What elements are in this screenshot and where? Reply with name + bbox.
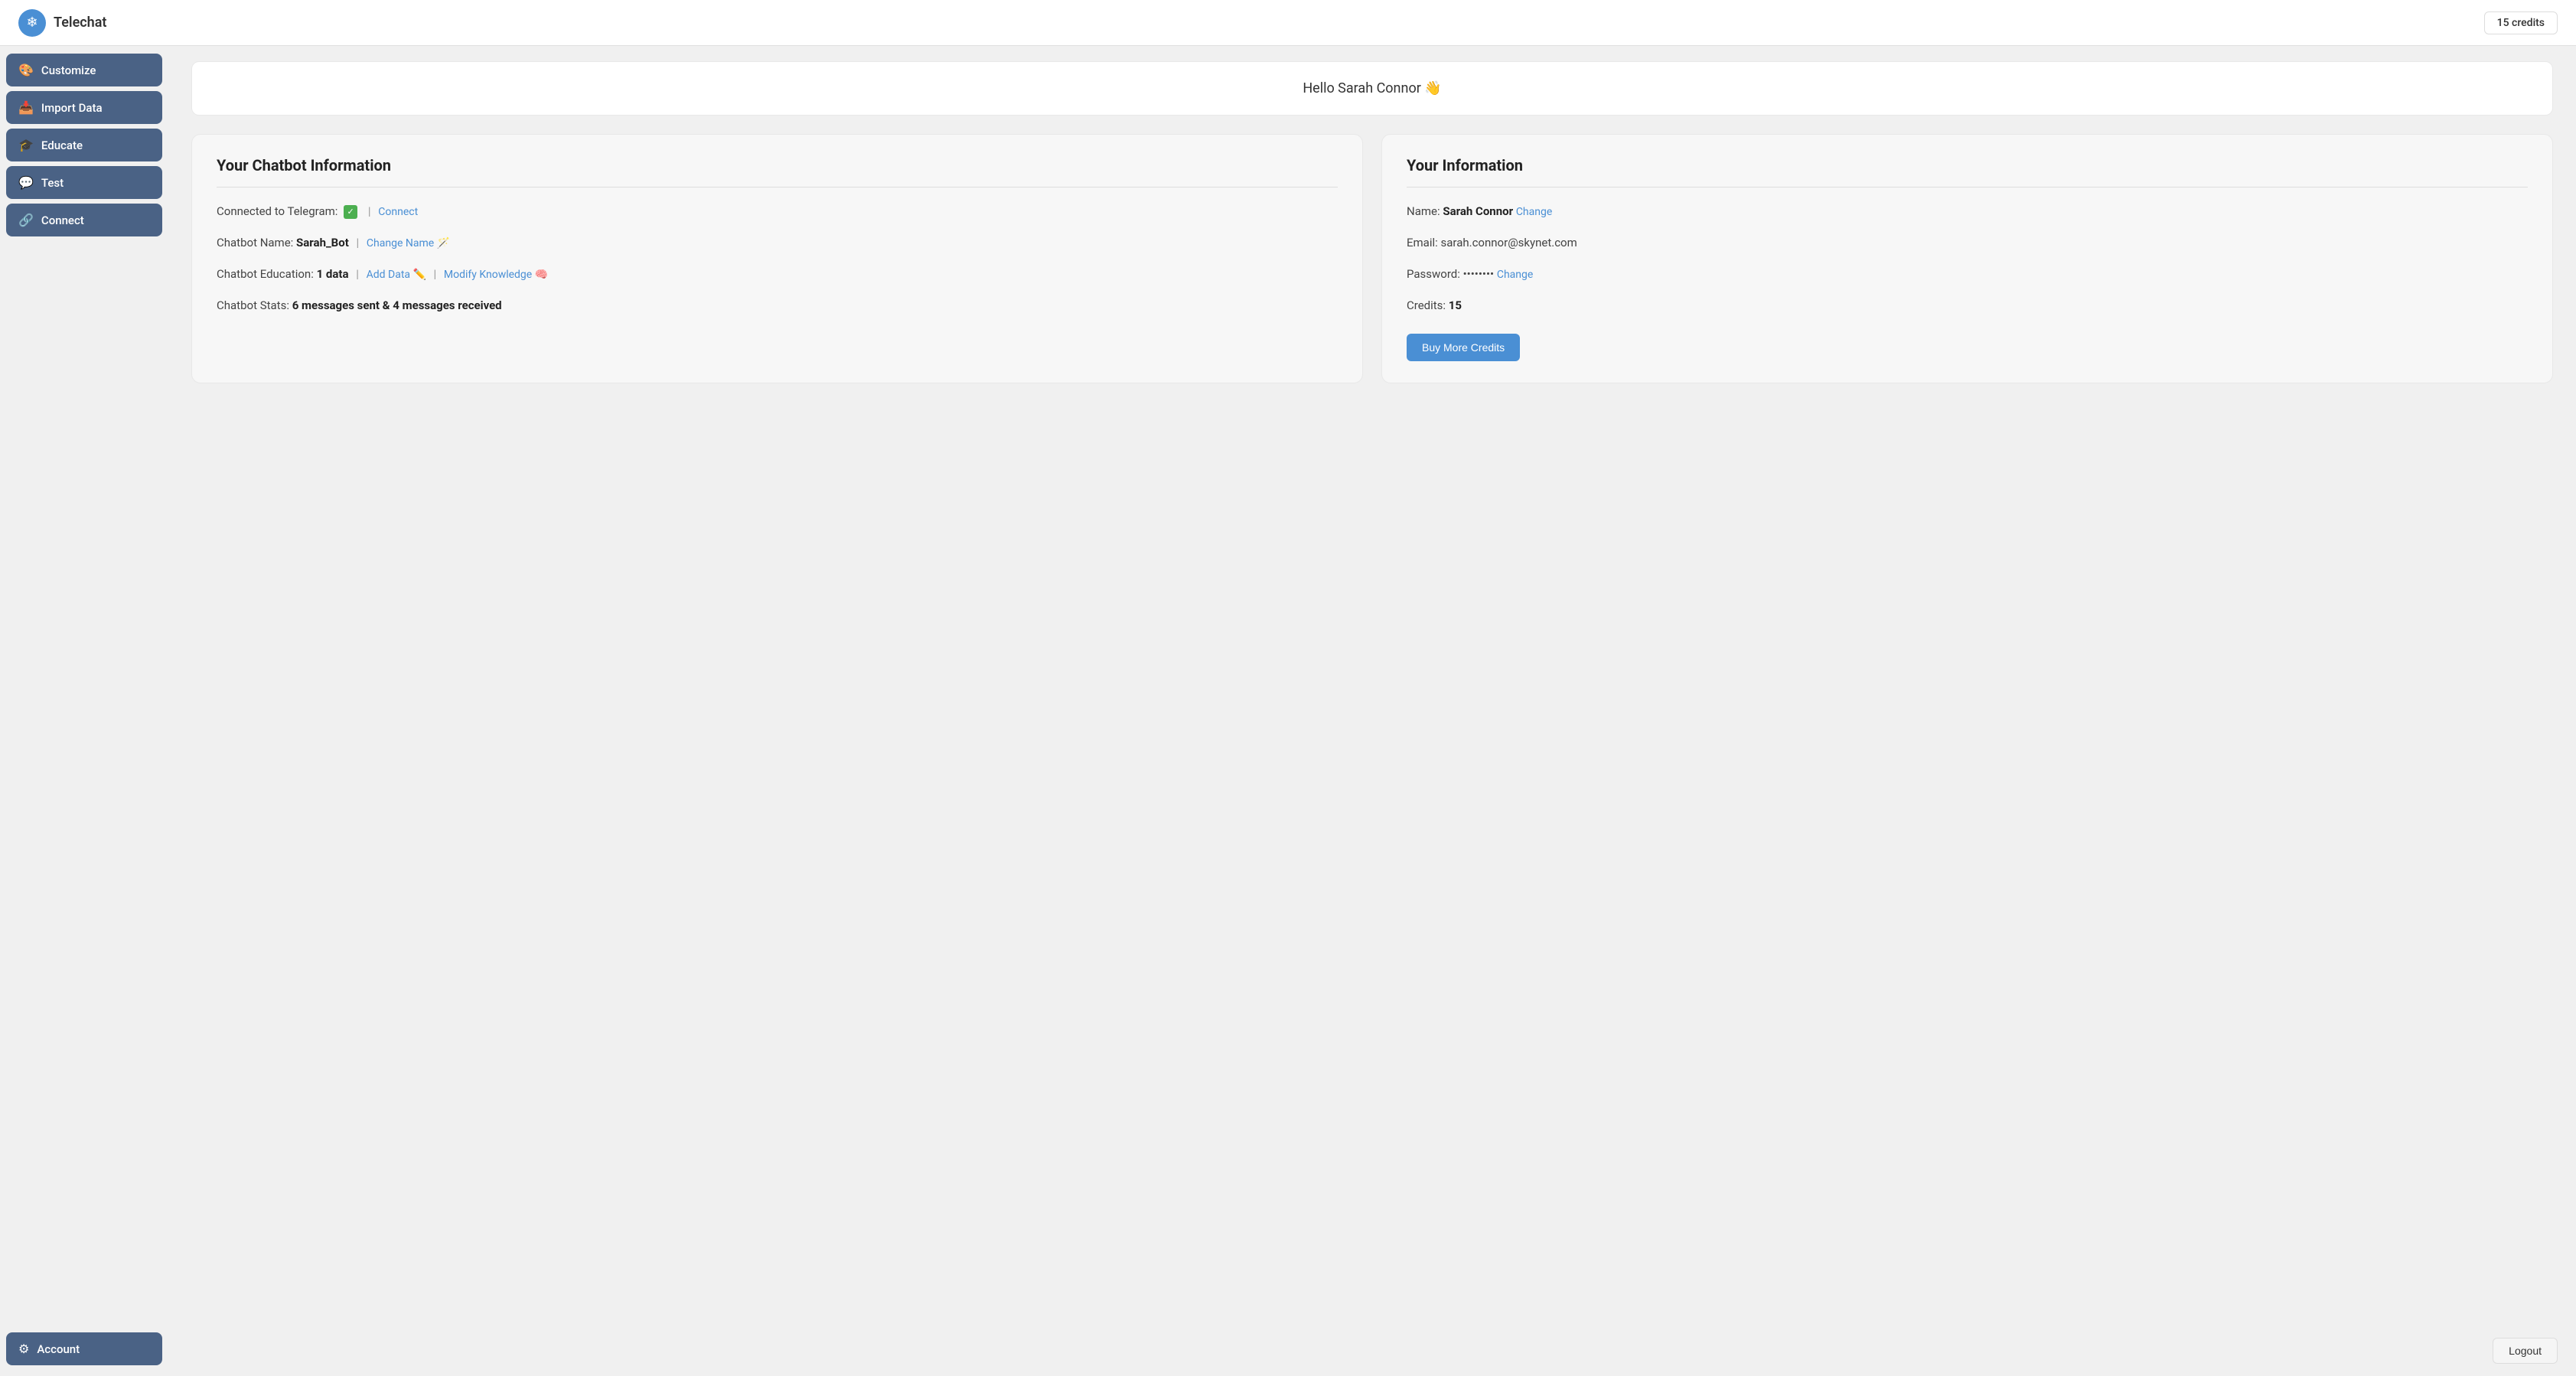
stats-text: 6 messages sent & 4 messages received	[292, 298, 502, 312]
header: ❄ Telechat 15 credits	[0, 0, 2576, 46]
sidebar-item-educate[interactable]: 🎓 Educate	[6, 129, 162, 161]
email-value: sarah.connor@skynet.com	[1441, 236, 1577, 249]
sidebar-label-educate: Educate	[41, 139, 83, 152]
name-value: Sarah Connor	[1443, 204, 1513, 218]
sidebar: 🎨 Customize 📥 Import Data 🎓 Educate 💬 Te…	[0, 46, 168, 1376]
password-dots: ••••••••	[1463, 267, 1495, 281]
chatbot-name-label: Chatbot Name:	[217, 236, 293, 249]
password-change-link[interactable]: Change	[1497, 269, 1533, 281]
education-label: Chatbot Education:	[217, 267, 314, 281]
logout-button[interactable]: Logout	[2493, 1338, 2558, 1364]
separator-2: |	[357, 236, 360, 249]
credits-value: 15	[1449, 298, 1462, 312]
account-icon: ⚙	[18, 1342, 29, 1356]
sidebar-label-test: Test	[41, 176, 64, 190]
sidebar-item-customize[interactable]: 🎨 Customize	[6, 54, 162, 86]
sidebar-item-connect[interactable]: 🔗 Connect	[6, 204, 162, 236]
sidebar-item-test[interactable]: 💬 Test	[6, 166, 162, 199]
separator-4: |	[433, 267, 436, 281]
connect-icon: 🔗	[18, 213, 34, 227]
sidebar-spacer	[6, 241, 162, 1328]
greeting-text: Hello Sarah Connor 👋	[1303, 80, 1441, 96]
stats-label: Chatbot Stats:	[217, 298, 289, 312]
test-icon: 💬	[18, 175, 34, 190]
password-row: Password: •••••••• Change	[1407, 266, 2528, 283]
sidebar-item-import-data[interactable]: 📥 Import Data	[6, 91, 162, 124]
buy-more-credits-button[interactable]: Buy More Credits	[1407, 334, 1520, 361]
telegram-label: Connected to Telegram:	[217, 204, 337, 218]
name-label: Name:	[1407, 204, 1440, 218]
import-data-icon: 📥	[18, 100, 34, 115]
sidebar-item-account[interactable]: ⚙ Account	[6, 1332, 162, 1365]
sidebar-label-import-data: Import Data	[41, 101, 103, 115]
sidebar-label-customize: Customize	[41, 64, 96, 77]
customize-icon: 🎨	[18, 63, 34, 77]
app-body: 🎨 Customize 📥 Import Data 🎓 Educate 💬 Te…	[0, 46, 2576, 1376]
greeting-card: Hello Sarah Connor 👋	[191, 61, 2553, 116]
change-name-link[interactable]: Change Name 🪄	[367, 237, 450, 249]
modify-knowledge-link[interactable]: Modify Knowledge 🧠	[444, 269, 548, 281]
chatbot-card-title: Your Chatbot Information	[217, 156, 1338, 187]
cards-grid: Your Chatbot Information Connected to Te…	[191, 134, 2553, 383]
chatbot-education-row: Chatbot Education: 1 data | Add Data ✏️ …	[217, 266, 1338, 283]
education-data: 1 data	[317, 267, 349, 281]
app-name: Telechat	[54, 15, 106, 31]
telegram-connected-icon: ✓	[344, 205, 357, 219]
email-row: Email: sarah.connor@skynet.com	[1407, 234, 2528, 252]
name-change-link[interactable]: Change	[1516, 206, 1552, 218]
user-info-card: Your Information Name: Sarah Connor Chan…	[1381, 134, 2553, 383]
chatbot-name-row: Chatbot Name: Sarah_Bot | Change Name 🪄	[217, 234, 1338, 252]
main-content: Hello Sarah Connor 👋 Your Chatbot Inform…	[168, 46, 2576, 1376]
user-card-title: Your Information	[1407, 156, 2528, 187]
chatbot-stats-row: Chatbot Stats: 6 messages sent & 4 messa…	[217, 297, 1338, 315]
connect-link[interactable]: Connect	[378, 206, 418, 218]
chatbot-info-card: Your Chatbot Information Connected to Te…	[191, 134, 1363, 383]
email-label: Email:	[1407, 236, 1438, 249]
password-label: Password:	[1407, 267, 1460, 281]
educate-icon: 🎓	[18, 138, 34, 152]
name-row: Name: Sarah Connor Change	[1407, 203, 2528, 220]
sidebar-label-connect: Connect	[41, 214, 84, 227]
add-data-link[interactable]: Add Data ✏️	[367, 269, 429, 281]
credits-label: Credits:	[1407, 298, 1446, 312]
logo-icon: ❄	[18, 9, 46, 37]
logo-container: ❄ Telechat	[18, 9, 106, 37]
chatbot-name-value: Sarah_Bot	[296, 236, 349, 249]
separator-3: |	[356, 267, 359, 281]
credits-row: Credits: 15	[1407, 297, 2528, 315]
sidebar-label-account: Account	[37, 1342, 80, 1356]
credits-badge: 15 credits	[2484, 11, 2558, 34]
separator-1: |	[368, 204, 371, 218]
telegram-row: Connected to Telegram: ✓ | Connect	[217, 203, 1338, 220]
